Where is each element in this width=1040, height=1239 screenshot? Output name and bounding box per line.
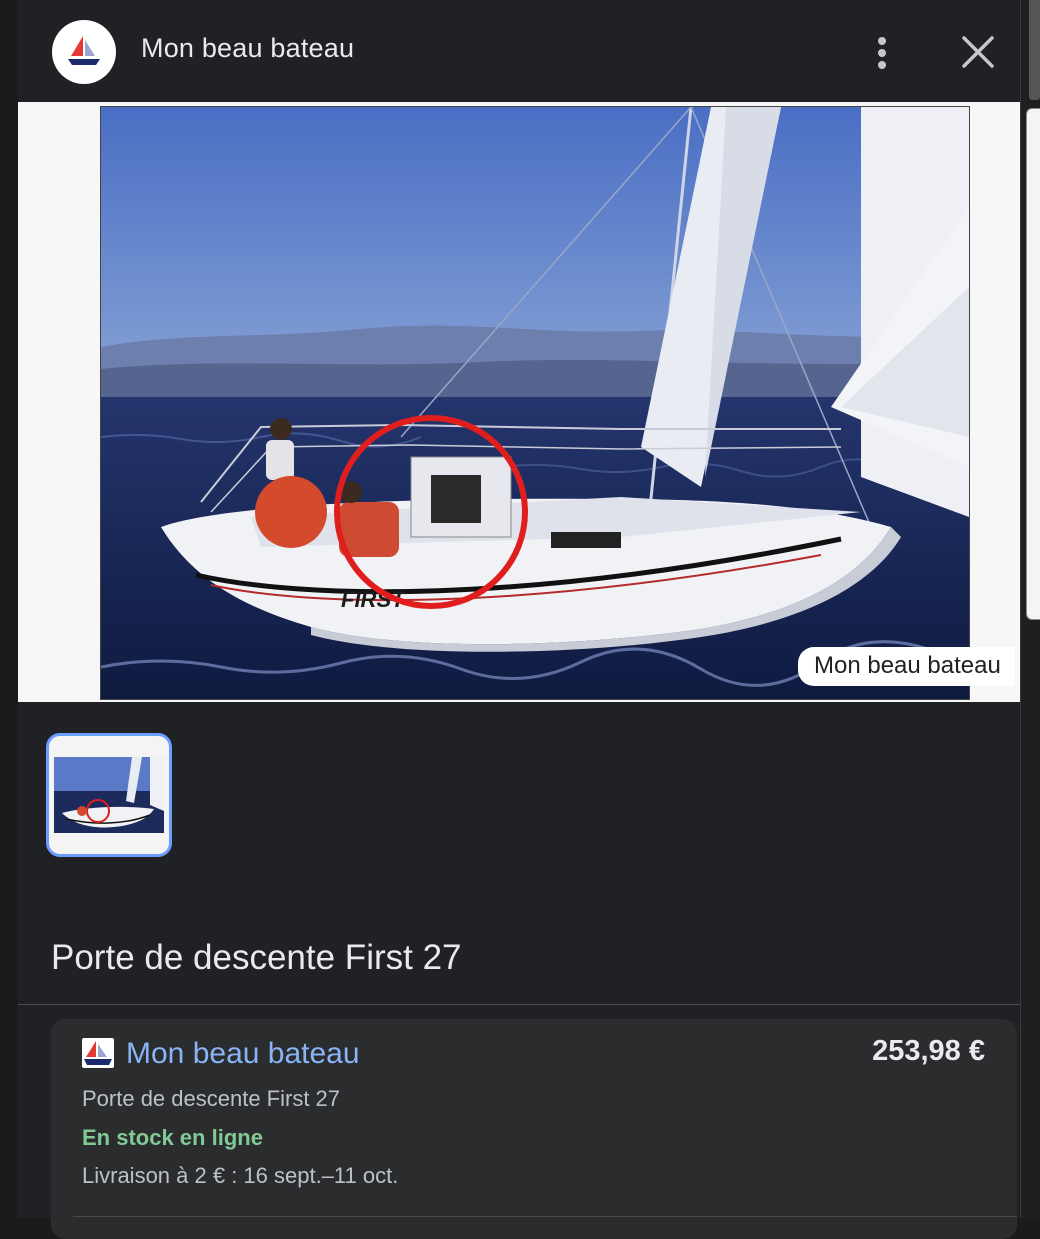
stock-status: En stock en ligne — [82, 1125, 263, 1150]
close-icon[interactable] — [960, 34, 996, 70]
seller-link[interactable]: Mon beau bateau — [126, 1037, 360, 1071]
delivery-info: Livraison à 2 € : 16 sept.–11 oct. — [82, 1163, 399, 1188]
card-divider — [73, 1216, 1017, 1217]
offer-card[interactable]: Mon beau bateau 253,98 € Porte de descen… — [51, 1019, 1017, 1239]
seller-logo-icon — [82, 1038, 114, 1068]
more-vert-icon[interactable] — [870, 34, 894, 74]
main-image-viewer[interactable]: FIRST Mon beau bateau — [18, 102, 1020, 702]
scrollbar-thumb[interactable] — [1029, 0, 1040, 100]
section-divider — [18, 1004, 1020, 1005]
offer-description: Porte de descente First 27 — [82, 1086, 341, 1111]
header-title: Mon beau bateau — [141, 33, 355, 63]
product-photo[interactable]: FIRST — [100, 106, 970, 700]
offer-price: 253,98 € — [872, 1035, 985, 1067]
left-edge — [0, 0, 18, 1218]
panel-header: Mon beau bateau — [18, 0, 1020, 102]
image-source-chip[interactable]: Mon beau bateau — [798, 647, 1015, 686]
thumbnail-selected[interactable] — [46, 733, 172, 857]
adjacent-panel-edge — [1026, 108, 1040, 620]
sailboat-photo: FIRST — [101, 107, 969, 699]
sailboat-logo-icon — [52, 20, 116, 84]
product-title: Porte de descente First 27 — [51, 938, 462, 977]
